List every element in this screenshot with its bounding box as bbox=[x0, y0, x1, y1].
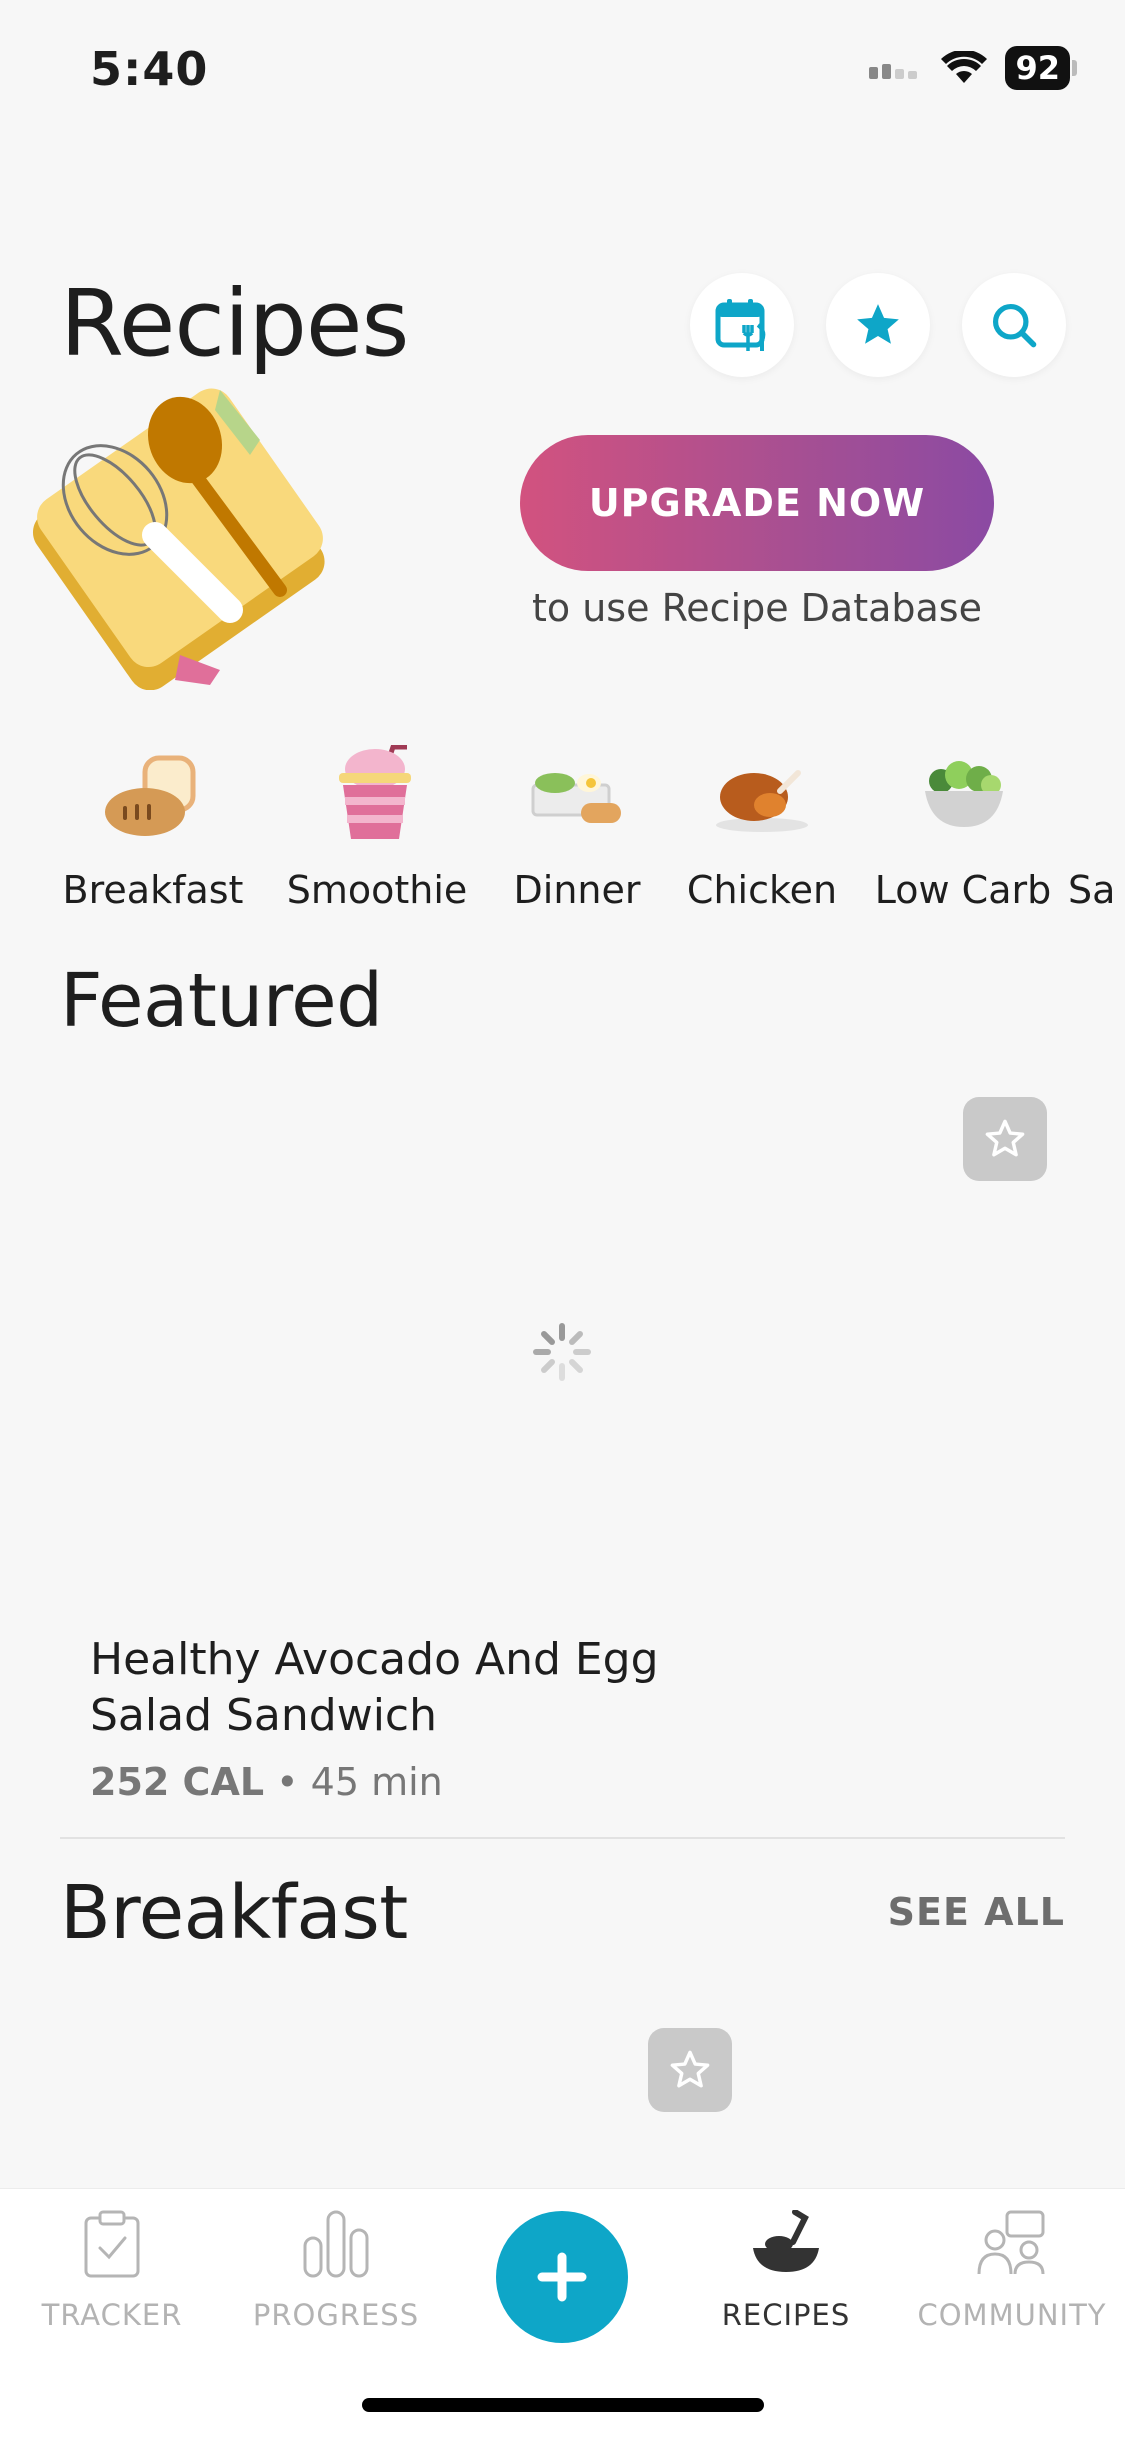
breakfast-favorite-button[interactable] bbox=[648, 2028, 732, 2112]
signal-icon bbox=[869, 64, 918, 79]
smoothie-icon bbox=[339, 745, 411, 839]
tab-tracker[interactable]: TRACKER bbox=[12, 2210, 212, 2332]
tab-label: RECIPES bbox=[721, 2298, 851, 2332]
star-icon bbox=[857, 304, 899, 344]
tab-recipes[interactable]: RECIPES bbox=[686, 2210, 886, 2332]
category-label: Breakfast bbox=[62, 868, 244, 912]
bar-chart-icon bbox=[303, 2210, 369, 2278]
cutting-board-illustration bbox=[32, 388, 325, 690]
people-chat-icon bbox=[977, 2210, 1045, 2275]
status-indicators: 92 bbox=[869, 46, 1077, 90]
plus-icon bbox=[537, 2252, 587, 2302]
category-label: Smoothie bbox=[286, 868, 468, 912]
featured-favorite-button[interactable] bbox=[963, 1097, 1047, 1181]
clipboard-check-icon bbox=[84, 2210, 140, 2278]
category-label: Low Carb bbox=[874, 868, 1052, 912]
page-title: Recipes bbox=[60, 270, 409, 377]
tab-label: PROGRESS bbox=[252, 2298, 420, 2332]
bread-icon bbox=[105, 755, 196, 836]
upgrade-subtitle: to use Recipe Database bbox=[532, 586, 982, 630]
wifi-icon bbox=[941, 51, 988, 83]
recipe-calories: 252 CAL bbox=[90, 1760, 265, 1804]
battery-indicator: 92 bbox=[1005, 46, 1070, 90]
featured-recipe-title-line1: Healthy Avocado And Egg bbox=[90, 1634, 659, 1685]
featured-recipe-title[interactable]: Healthy Avocado And Egg Salad Sandwich bbox=[90, 1632, 790, 1744]
category-low-carb[interactable]: Low Carb bbox=[858, 740, 1068, 912]
upgrade-now-button[interactable]: UPGRADE NOW bbox=[520, 435, 994, 571]
featured-recipe-meta: 252 CAL • 45 min bbox=[90, 1760, 443, 1804]
recipe-time: 45 min bbox=[310, 1760, 443, 1804]
category-icon bbox=[1068, 740, 1125, 850]
tab-label: TRACKER bbox=[41, 2298, 183, 2332]
star-outline-icon bbox=[670, 2050, 710, 2088]
category-partial[interactable]: Sa bbox=[1068, 740, 1125, 912]
category-label: Dinner bbox=[513, 868, 641, 912]
category-label: Sa bbox=[1068, 868, 1116, 912]
dinner-plate-icon bbox=[531, 773, 621, 823]
meal-plan-button[interactable] bbox=[690, 273, 794, 377]
salad-bowl-icon bbox=[925, 761, 1003, 827]
breakfast-heading: Breakfast bbox=[60, 1870, 408, 1956]
see-all-link[interactable]: SEE ALL bbox=[888, 1890, 1065, 1934]
home-indicator bbox=[362, 2398, 764, 2412]
featured-recipe-title-line2: Salad Sandwich bbox=[90, 1690, 437, 1741]
meta-separator: • bbox=[276, 1760, 299, 1804]
status-time: 5:40 bbox=[90, 42, 209, 96]
category-smoothie[interactable]: Smoothie bbox=[266, 740, 488, 912]
add-button[interactable] bbox=[496, 2211, 628, 2343]
category-dinner[interactable]: Dinner bbox=[488, 740, 666, 912]
tab-progress[interactable]: PROGRESS bbox=[236, 2210, 436, 2332]
calendar-fork-icon bbox=[715, 299, 766, 351]
search-button[interactable] bbox=[962, 273, 1066, 377]
category-label: Chicken bbox=[686, 868, 838, 912]
roast-chicken-icon bbox=[716, 770, 808, 832]
section-divider bbox=[60, 1837, 1065, 1839]
tab-label: COMMUNITY bbox=[917, 2298, 1107, 2332]
star-outline-icon bbox=[985, 1119, 1025, 1157]
search-icon bbox=[992, 303, 1037, 348]
category-chicken[interactable]: Chicken bbox=[666, 740, 858, 912]
category-breakfast[interactable]: Breakfast bbox=[40, 740, 266, 912]
battery-tip bbox=[1072, 60, 1077, 76]
featured-heading: Featured bbox=[60, 958, 383, 1044]
category-row: Breakfast Smoothie Dinner Chicken Low Ca… bbox=[40, 740, 1125, 912]
tab-community[interactable]: COMMUNITY bbox=[912, 2210, 1112, 2332]
mixing-bowl-icon bbox=[753, 2210, 819, 2272]
loading-spinner-icon bbox=[533, 1323, 591, 1381]
favorites-button[interactable] bbox=[826, 273, 930, 377]
